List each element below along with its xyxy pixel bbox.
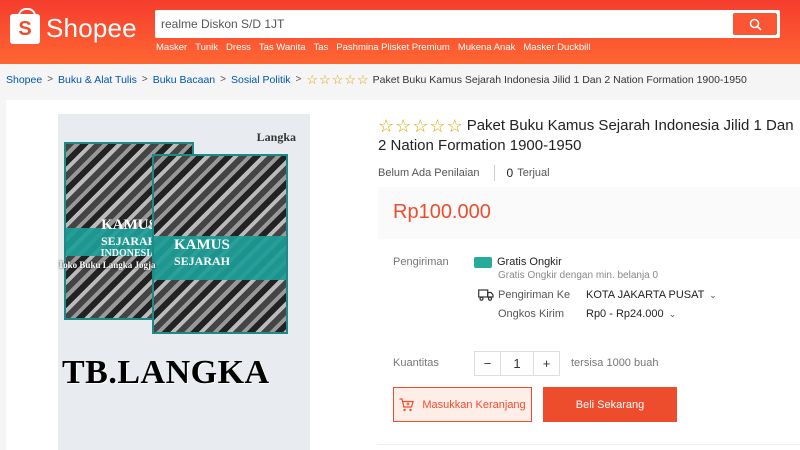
star-icon: ☆ <box>429 116 446 136</box>
sold-count: 0 <box>506 166 514 180</box>
breadcrumb-link[interactable]: Buku Bacaan <box>153 74 215 86</box>
search-bar <box>155 10 780 38</box>
breadcrumb-link[interactable]: Shopee <box>6 74 42 86</box>
breadcrumb-link[interactable]: Buku & Alat Tulis <box>58 74 137 86</box>
free-shipping: Gratis Ongkir <box>474 256 562 268</box>
chevron-down-icon: ⌄ <box>709 290 717 300</box>
star-icon: ☆ <box>446 116 463 136</box>
chevron-down-icon: ⌄ <box>668 309 677 319</box>
cart-icon <box>399 397 415 411</box>
product-title-block: ☆ ☆ ☆ ☆ ☆ Paket Buku Kamus Sejarah Indonesia… <box>378 116 798 156</box>
star-icon: ☆ <box>378 116 395 136</box>
buy-now-button[interactable]: Beli Sekarang <box>543 387 677 422</box>
suggestion-link[interactable]: Dress <box>226 42 251 53</box>
star-icon: ☆ <box>319 72 331 87</box>
quantity-label: Kuantitas <box>393 357 439 369</box>
truck-icon <box>478 289 494 301</box>
star-icon: ☆ <box>357 72 369 87</box>
rating-row: Belum Ada Penilaian 0 Terjual <box>378 165 550 181</box>
ship-to-label: Pengiriman Ke <box>498 289 571 301</box>
top-header: Shopee Masker Tunik Dress Tas Wanita Tas… <box>0 0 800 64</box>
book-title: KAMUS SEJARAH <box>154 237 286 268</box>
suggestion-link[interactable]: Mukena Anak <box>458 42 516 53</box>
free-shipping-icon <box>474 256 492 268</box>
search-button[interactable] <box>733 13 777 35</box>
divider <box>378 444 800 445</box>
ship-to-row: Pengiriman Ke <box>478 289 570 301</box>
star-icon: ☆ <box>344 72 356 87</box>
search-input[interactable] <box>161 14 721 34</box>
quantity-input[interactable]: 1 <box>500 352 534 375</box>
suggestion-link[interactable]: Masker Duckbill <box>523 42 590 53</box>
breadcrumb-separator: > <box>47 74 54 85</box>
price-box: Rp100.000 <box>378 187 800 239</box>
quantity-stepper: − 1 + <box>474 351 560 376</box>
star-icon: ☆ <box>331 72 344 87</box>
add-to-cart-button[interactable]: Masukkan Keranjang <box>393 387 532 422</box>
search-suggestions: Masker Tunik Dress Tas Wanita Tas Pashmi… <box>156 42 590 53</box>
free-shipping-note: Gratis Ongkir dengan min. belanja 0 <box>498 270 659 281</box>
book-front-cover: KAMUS SEJARAH <box>152 154 288 334</box>
free-shipping-title: Gratis Ongkir <box>497 256 562 268</box>
add-to-cart-label: Masukkan Keranjang <box>422 398 526 411</box>
suggestion-link[interactable]: Tas <box>314 42 329 53</box>
star-icon: ☆ <box>412 116 429 136</box>
ship-to-value: KOTA JAKARTA PUSAT <box>586 289 705 301</box>
shopping-bag-icon <box>10 7 40 44</box>
increment-button[interactable]: + <box>534 352 559 375</box>
shopee-logo[interactable]: Shopee <box>10 7 137 44</box>
product-price: Rp100.000 <box>393 201 491 223</box>
sold-label: Terjual <box>517 167 550 179</box>
breadcrumb-separator: > <box>141 74 148 85</box>
logo-text: Shopee <box>46 13 137 43</box>
book-title-line: SEJARAH <box>174 254 231 268</box>
shop-watermark: TB.LANGKA <box>62 354 270 391</box>
shipping-cost-label: Ongkos Kirim <box>498 308 565 320</box>
suggestion-link[interactable]: Masker <box>156 42 187 53</box>
decrement-button[interactable]: − <box>475 352 500 375</box>
breadcrumb-current: Paket Buku Kamus Sejarah Indonesia Jilid… <box>372 73 747 86</box>
corner-watermark: Langka <box>256 130 296 144</box>
divider <box>493 165 495 181</box>
star-icon: ☆ <box>395 116 412 136</box>
suggestion-link[interactable]: Pashmina Plisket Premium <box>336 42 450 53</box>
product-title: ☆ ☆ ☆ ☆ ☆ Paket Buku Kamus Sejarah Indonesia… <box>378 116 798 156</box>
product-image[interactable]: Langka KAMUS SEJARAH INDONESIA KAMUS SEJ… <box>58 114 310 450</box>
stock-text: tersisa 1000 buah <box>571 357 659 369</box>
breadcrumb-link[interactable]: Sosial Politik <box>231 74 291 86</box>
suggestion-link[interactable]: Tunik <box>195 42 218 53</box>
rating-text: Belum Ada Penilaian <box>378 167 480 179</box>
star-icon: ☆ <box>306 72 319 87</box>
title-stars: ☆ ☆ ☆ ☆ ☆ <box>378 117 463 135</box>
shipping-label: Pengiriman <box>393 256 449 268</box>
suggestion-link[interactable]: Tas Wanita <box>259 42 306 53</box>
breadcrumb-separator: > <box>295 74 302 85</box>
shipping-cost-value: Rp0 - Rp24.000 <box>586 308 664 320</box>
search-icon <box>749 18 762 31</box>
breadcrumb-separator: > <box>220 74 226 85</box>
book-title-line: KAMUS <box>174 237 230 253</box>
breadcrumb: Shopee > Buku & Alat Tulis > Buku Bacaan… <box>6 73 747 86</box>
shipping-cost-dropdown[interactable]: Rp0 - Rp24.000 ⌄ <box>586 308 676 320</box>
ship-to-dropdown[interactable]: KOTA JAKARTA PUSAT ⌄ <box>586 289 717 301</box>
breadcrumb-stars: ☆ ☆ ☆ ☆ ☆ <box>306 73 368 86</box>
overlay-watermark: Toko Buku Langka Jogja <box>58 260 156 270</box>
